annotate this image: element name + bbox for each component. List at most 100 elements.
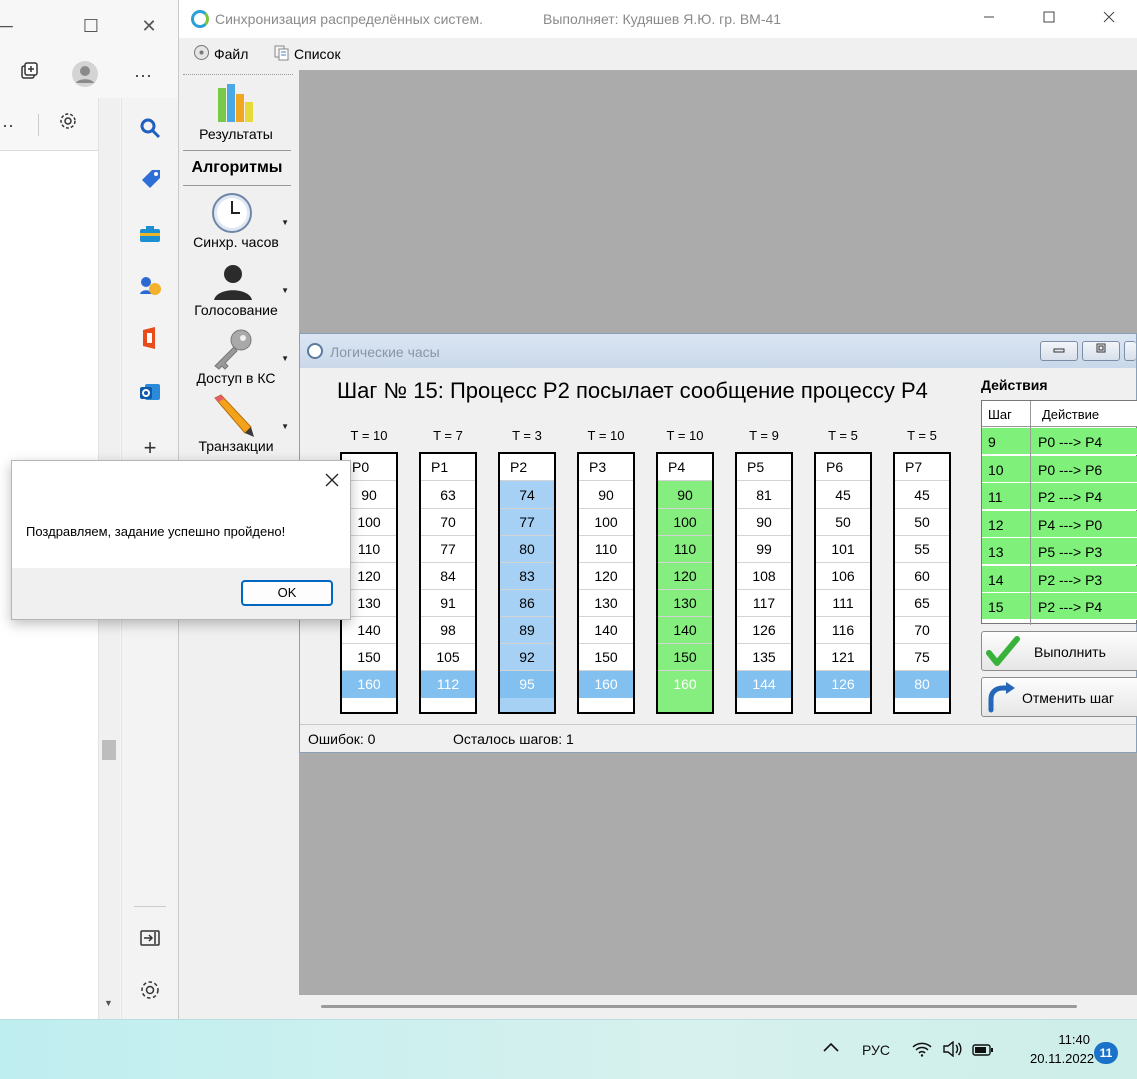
games-icon[interactable] [136, 272, 164, 300]
clock-value: 63 [421, 482, 475, 509]
wifi-icon[interactable] [912, 1041, 932, 1060]
action-row[interactable]: 11 P2 ---> P4 [982, 483, 1137, 510]
voting-dropdown-icon[interactable]: ▼ [281, 286, 289, 295]
undo-step-button[interactable]: Отменить шаг [981, 677, 1137, 717]
results-tool-button[interactable]: Результаты [179, 80, 293, 150]
pencil-icon [209, 394, 255, 441]
toolbar-divider [38, 114, 39, 136]
action-step: 12 [988, 516, 1004, 533]
input-language[interactable]: РУС [862, 1042, 890, 1058]
process-clock-list[interactable]: P5 81 90 99 108 117 126 135 144 [735, 452, 793, 714]
office-icon[interactable] [136, 324, 164, 352]
gear-icon[interactable] [53, 110, 83, 140]
voting-tool-button[interactable]: Голосование ▼ [179, 258, 293, 322]
app-minimize-button[interactable] [969, 6, 1009, 32]
clock-value: 105 [421, 644, 475, 671]
clock-value: 77 [421, 536, 475, 563]
battery-icon[interactable] [972, 1043, 994, 1059]
scrollbar-thumb[interactable] [321, 1005, 1077, 1008]
shopping-tag-icon[interactable] [136, 166, 164, 194]
logical-clocks-title-bar[interactable]: Логические часы [300, 334, 1136, 368]
action-row[interactable]: 14 P2 ---> P3 [982, 565, 1137, 593]
process-name: P2 [500, 454, 554, 481]
show-hidden-icons-chevron-icon[interactable] [822, 1040, 840, 1057]
browser-menu-button[interactable]: ··· [128, 60, 158, 90]
process-clock-list[interactable]: P4 90 100 110 120 130 140 150 160 [656, 452, 714, 714]
process-clock-list[interactable]: P6 45 50 101 106 111 116 121 126 [814, 452, 872, 714]
clock-value: 126 [737, 617, 791, 644]
process-clock-list[interactable]: P3 90 100 110 120 130 140 150 160 [577, 452, 635, 714]
app-maximize-button[interactable] [1029, 6, 1069, 32]
current-clock-value: 144 [737, 671, 791, 698]
clock-sync-tool-button[interactable]: Синхр. часов ▼ [179, 190, 293, 254]
action-row[interactable]: 10 P0 ---> P6 [982, 455, 1137, 483]
action-step: 11 [988, 489, 1003, 505]
browser-maximize-button[interactable]: ☐ [77, 12, 105, 40]
menu-list[interactable]: Список [273, 44, 341, 64]
clock-sync-dropdown-icon[interactable]: ▼ [281, 218, 289, 227]
clock-value: 50 [816, 509, 870, 536]
clock-value: 120 [579, 563, 633, 590]
scrollbar-thumb[interactable] [102, 740, 116, 760]
action-description: P2 ---> P4 [1038, 599, 1103, 615]
clock-value: 101 [816, 536, 870, 563]
execute-button[interactable]: Выполнить [981, 631, 1137, 671]
dialog-footer: OK [12, 568, 350, 619]
menu-file[interactable]: Файл [193, 44, 248, 64]
action-row[interactable]: 15 P2 ---> P4 [982, 593, 1137, 620]
collections-icon[interactable] [14, 60, 44, 90]
transactions-tool-button[interactable]: Транзакции ▼ [179, 392, 293, 458]
current-clock-value: 126 [816, 671, 870, 698]
process-tick-rate: T = 7 [433, 428, 463, 443]
outlook-icon[interactable] [136, 378, 164, 406]
dialog-close-button[interactable] [320, 469, 344, 493]
add-sidebar-app-icon[interactable]: + [136, 434, 164, 462]
process-clock-list[interactable]: P2 74 77 80 83 86 89 92 95 [498, 452, 556, 714]
actions-table[interactable]: Шаг Действие 9 P0 ---> P4 10 P0 ---> P6 11 P2… [981, 400, 1137, 625]
tools-briefcase-icon[interactable] [136, 220, 164, 248]
hide-sidebar-icon[interactable] [136, 924, 164, 952]
transactions-dropdown-icon[interactable]: ▼ [281, 422, 289, 431]
process-clock-list[interactable]: P7 45 50 55 60 65 70 75 80 [893, 452, 951, 714]
current-clock-value: 95 [500, 671, 554, 698]
child-restore-button[interactable] [1082, 341, 1120, 361]
clock-value: 130 [579, 590, 633, 617]
workspace-horizontal-scrollbar[interactable] [299, 995, 1137, 1019]
clock-value: 92 [500, 644, 554, 671]
browser-minimize-button[interactable]: ─ [0, 12, 16, 40]
remaining-steps: Осталось шагов: 1 [453, 731, 574, 747]
sidebar-settings-gear-icon[interactable] [136, 976, 164, 1004]
current-clock-value: 160 [342, 671, 396, 698]
action-step: 15 [988, 599, 1004, 615]
search-icon[interactable] [136, 114, 164, 142]
action-row[interactable]: 12 P4 ---> P0 [982, 510, 1137, 538]
action-row[interactable]: 9 P0 ---> P4 [982, 428, 1137, 455]
more-tools-button[interactable]: ··· [0, 110, 20, 140]
checkmark-icon [986, 635, 1020, 672]
app-title-bar[interactable]: Синхронизация распределённых систем. Вып… [179, 0, 1137, 38]
cs-access-dropdown-icon[interactable]: ▼ [281, 354, 289, 363]
clock-value: 83 [500, 563, 554, 590]
logical-clocks-title: Логические часы [330, 344, 440, 360]
profile-avatar-icon[interactable] [70, 60, 100, 90]
child-minimize-button[interactable] [1040, 341, 1078, 361]
action-row[interactable]: 13 P5 ---> P3 [982, 538, 1137, 565]
clock[interactable]: 11:40 20.11.2022 [1030, 1030, 1094, 1068]
actions-table-header: Шаг Действие [982, 401, 1137, 427]
notification-badge[interactable]: 11 [1094, 1042, 1118, 1064]
volume-icon[interactable] [942, 1040, 962, 1060]
current-clock-value: 112 [421, 671, 475, 698]
clock-value: 150 [658, 644, 712, 671]
algorithms-header: Алгоритмы [183, 150, 291, 186]
browser-close-button[interactable]: ✕ [135, 12, 163, 40]
child-close-button[interactable] [1124, 341, 1136, 361]
clock-value: 100 [579, 509, 633, 536]
scroll-down-arrow-icon[interactable]: ▼ [104, 998, 113, 1008]
process-clock-list[interactable]: P1 63 70 77 84 91 98 105 112 [419, 452, 477, 714]
clock-value: 150 [579, 644, 633, 671]
clock-value: 99 [737, 536, 791, 563]
ok-button[interactable]: OK [241, 580, 333, 606]
cs-access-tool-button[interactable]: Доступ в КС ▼ [179, 326, 293, 390]
app-close-button[interactable] [1089, 6, 1129, 32]
results-label: Результаты [199, 126, 273, 142]
